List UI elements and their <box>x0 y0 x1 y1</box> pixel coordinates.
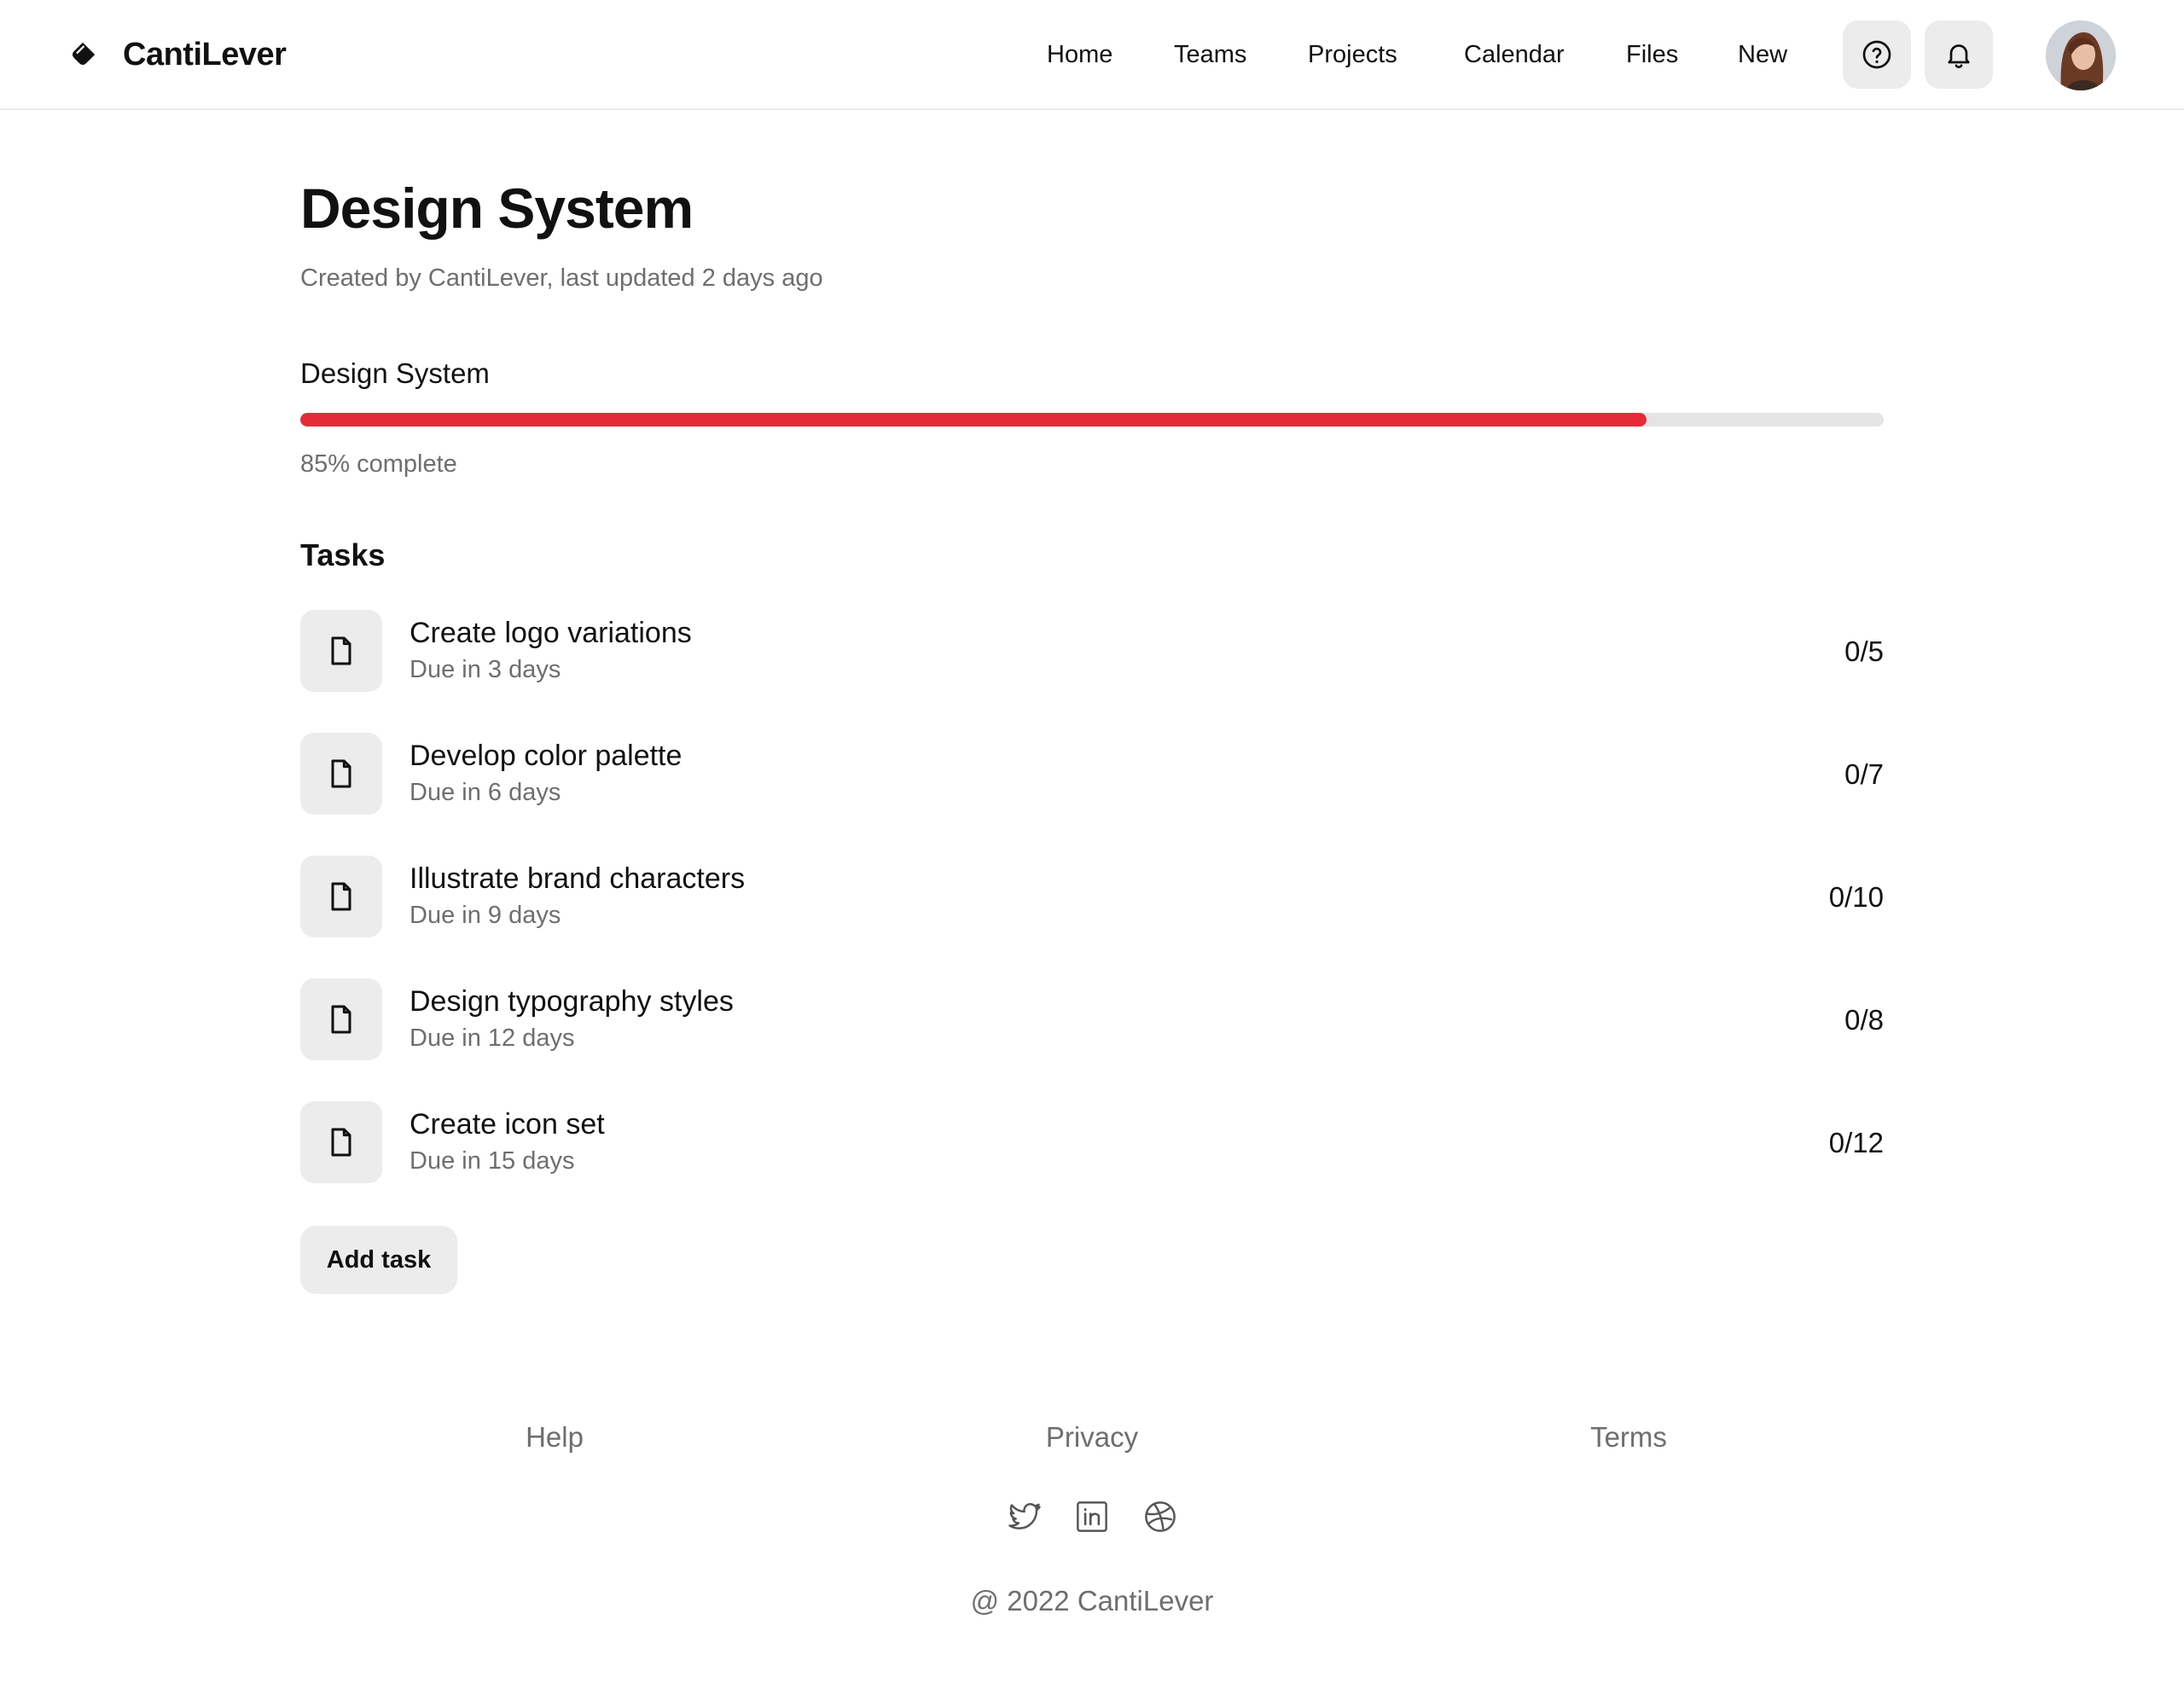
twitter-icon <box>1008 1503 1041 1529</box>
task-due: Due in 12 days <box>410 1024 575 1052</box>
task-row[interactable]: Create icon set Due in 15 days 0/12 <box>300 1101 1884 1224</box>
task-row[interactable]: Design typography styles Due in 12 days … <box>300 978 1884 1101</box>
footer-link-terms[interactable]: Terms <box>1590 1418 1667 1457</box>
task-count: 0/8 <box>1844 1004 1884 1036</box>
user-avatar[interactable] <box>2046 20 2116 90</box>
progress-label: Design System <box>300 357 490 389</box>
task-title: Create logo variations <box>410 617 692 649</box>
task-due: Due in 6 days <box>410 779 561 806</box>
progress-bar <box>300 413 1884 427</box>
nav-home[interactable]: Home <box>1047 34 1112 75</box>
file-icon <box>331 759 351 788</box>
footer-link-help[interactable]: Help <box>526 1418 584 1457</box>
task-count: 0/7 <box>1844 758 1884 790</box>
task-due: Due in 15 days <box>410 1147 575 1175</box>
copyright: @ 2022 CantiLever <box>970 1585 1214 1616</box>
file-icon <box>331 1005 351 1034</box>
task-icon-box <box>300 1101 382 1183</box>
progress-text: 85% complete <box>300 450 457 478</box>
task-icon-box <box>300 610 382 692</box>
dribbble-link[interactable] <box>1141 1498 1179 1535</box>
dribbble-icon <box>1145 1501 1176 1532</box>
task-due: Due in 3 days <box>410 656 561 683</box>
task-title: Develop color palette <box>410 740 682 772</box>
brand-logo-icon <box>72 42 96 66</box>
task-row[interactable]: Create logo variations Due in 3 days 0/5 <box>300 610 1884 733</box>
nav-new[interactable]: New <box>1738 34 1787 75</box>
brand-name: CantiLever <box>123 36 287 73</box>
page-title: Design System <box>300 177 694 240</box>
task-title: Design typography styles <box>410 985 734 1018</box>
task-icon-box <box>300 978 382 1060</box>
file-icon <box>331 882 351 911</box>
nav-files[interactable]: Files <box>1626 34 1678 75</box>
footer-link-privacy[interactable]: Privacy <box>1046 1418 1138 1457</box>
file-icon <box>331 636 351 665</box>
nav-projects[interactable]: Projects <box>1308 34 1397 75</box>
file-icon <box>331 1128 351 1157</box>
task-title: Illustrate brand characters <box>410 862 746 895</box>
add-task-button[interactable]: Add task <box>300 1226 457 1294</box>
nav-teams[interactable]: Teams <box>1174 34 1246 75</box>
task-row[interactable]: Develop color palette Due in 6 days 0/7 <box>300 733 1884 856</box>
help-icon <box>1862 40 1891 69</box>
task-icon-box <box>300 856 382 937</box>
twitter-link[interactable] <box>1006 1498 1043 1535</box>
task-row[interactable]: Illustrate brand characters Due in 9 day… <box>300 856 1884 978</box>
tasks-heading: Tasks <box>300 537 386 572</box>
progress-fill <box>300 413 1647 427</box>
nav-calendar[interactable]: Calendar <box>1464 34 1565 75</box>
linkedin-link[interactable] <box>1073 1498 1111 1535</box>
page-meta: Created by CantiLever, last updated 2 da… <box>300 264 823 292</box>
task-due: Due in 9 days <box>410 902 561 929</box>
task-icon-box <box>300 733 382 815</box>
top-header: CantiLever Home Teams Projects Calendar … <box>0 0 2184 110</box>
task-count: 0/5 <box>1844 636 1884 667</box>
bell-icon <box>1948 44 1970 68</box>
notifications-button[interactable] <box>1925 20 1993 89</box>
task-title: Create icon set <box>410 1108 605 1141</box>
task-count: 0/10 <box>1828 881 1884 913</box>
brand[interactable]: CantiLever <box>68 31 287 78</box>
linkedin-icon <box>1077 1501 1107 1532</box>
task-list: Create logo variations Due in 3 days 0/5… <box>300 610 1884 1224</box>
task-count: 0/12 <box>1828 1127 1884 1158</box>
avatar-image <box>2046 20 2116 90</box>
help-button[interactable] <box>1843 20 1911 89</box>
